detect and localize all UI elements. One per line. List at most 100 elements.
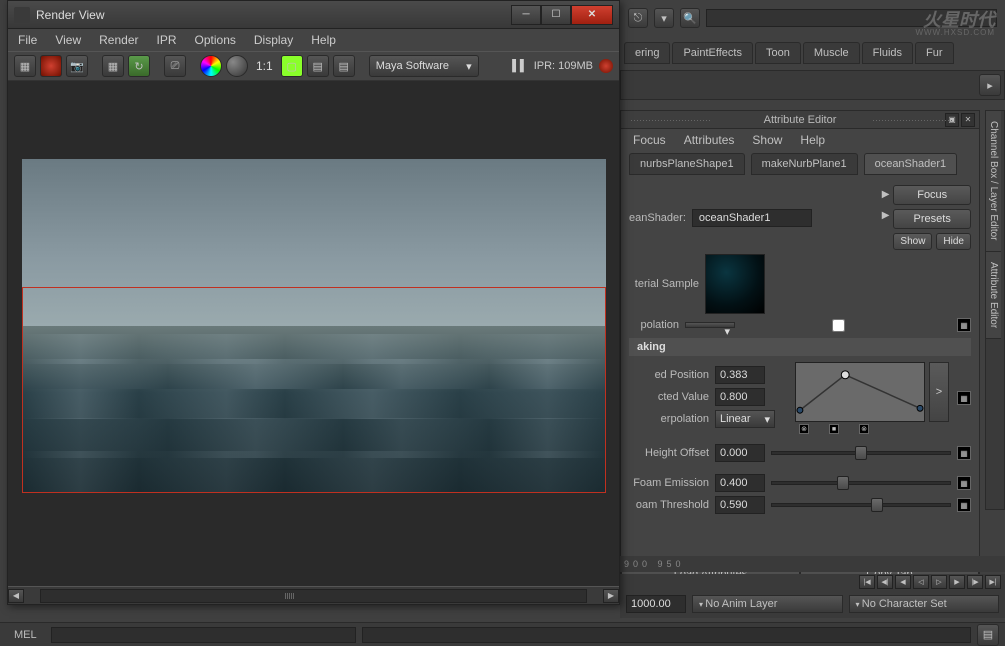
height-offset-map[interactable]: ▦ bbox=[957, 446, 971, 460]
maximize-button[interactable] bbox=[541, 5, 571, 25]
menu-help[interactable]: Help bbox=[311, 33, 336, 47]
shelf-tab-fluids[interactable]: Fluids bbox=[862, 42, 913, 64]
menu-display[interactable]: Display bbox=[254, 33, 293, 47]
goto-end-button[interactable]: ▶| bbox=[985, 575, 1001, 589]
scroll-thumb[interactable] bbox=[259, 590, 319, 602]
cmd-input[interactable] bbox=[51, 627, 356, 643]
ae-menu-show[interactable]: Show bbox=[752, 133, 782, 147]
ipr-pause-icon[interactable]: ▌▌ bbox=[512, 60, 528, 72]
anim-layer-dropdown[interactable]: ▾ No Anim Layer bbox=[692, 595, 843, 613]
script-editor-button[interactable]: ▤ bbox=[977, 624, 999, 646]
close-button[interactable] bbox=[571, 5, 613, 25]
show-button[interactable]: Show bbox=[893, 233, 932, 250]
scroll-track[interactable] bbox=[40, 589, 587, 603]
menu-view[interactable]: View bbox=[55, 33, 81, 47]
ramp-handle-3[interactable]: ⊗ bbox=[859, 424, 869, 434]
trunc-check[interactable] bbox=[832, 319, 845, 332]
section-header[interactable]: aking bbox=[629, 338, 971, 356]
height-offset-field[interactable]: 0.000 bbox=[715, 444, 765, 462]
ae-close-icon[interactable]: ✕ bbox=[961, 113, 975, 127]
rendered-image bbox=[22, 159, 606, 493]
trunc-swatch[interactable]: ▦ bbox=[957, 318, 971, 332]
remove-image-button[interactable]: ▤ bbox=[333, 55, 355, 77]
selected-position-field[interactable]: 0.383 bbox=[715, 366, 765, 384]
ae-menu-attributes[interactable]: Attributes bbox=[684, 133, 735, 147]
ramp-handle-1[interactable]: ⊗ bbox=[799, 424, 809, 434]
goto-start-button[interactable]: |◀ bbox=[859, 575, 875, 589]
toolbar-icon[interactable]: ⎋ bbox=[628, 8, 648, 28]
end-frame-field[interactable]: 1000.00 bbox=[626, 595, 686, 613]
ramp-handle-2[interactable]: ■ bbox=[829, 424, 839, 434]
foam-threshold-map[interactable]: ▦ bbox=[957, 498, 971, 512]
ae-tab-oceanshader[interactable]: oceanShader1 bbox=[864, 153, 958, 175]
shader-name-field[interactable]: oceanShader1 bbox=[692, 209, 812, 227]
search-icon[interactable]: 🔍 bbox=[680, 8, 700, 28]
shelf-scroll-icon[interactable]: ▸ bbox=[979, 74, 1001, 96]
time-ruler[interactable]: 900 950 bbox=[620, 556, 1005, 572]
display-alpha-button[interactable] bbox=[226, 55, 248, 77]
trunc-dropdown[interactable] bbox=[685, 322, 735, 328]
ratio-label: 1:1 bbox=[252, 59, 277, 73]
snapshot-button[interactable]: 📷 bbox=[66, 55, 88, 77]
display-rgb-button[interactable] bbox=[200, 55, 222, 77]
play-back-button[interactable]: ◀ bbox=[895, 575, 911, 589]
shelf-tab-painteffects[interactable]: PaintEffects bbox=[672, 42, 753, 64]
menu-file[interactable]: File bbox=[18, 33, 37, 47]
shelf-tab-rendering[interactable]: ering bbox=[624, 42, 670, 64]
step-fwd-button[interactable]: |▶ bbox=[967, 575, 983, 589]
hide-button[interactable]: Hide bbox=[936, 233, 971, 250]
foam-threshold-field[interactable]: 0.590 bbox=[715, 496, 765, 514]
foam-threshold-slider[interactable] bbox=[771, 503, 951, 507]
ramp-graph[interactable] bbox=[795, 362, 925, 422]
sidebar-tab-attribute-editor[interactable]: Attribute Editor bbox=[986, 252, 1001, 339]
foam-emission-slider[interactable] bbox=[771, 481, 951, 485]
renderer-dropdown[interactable]: Maya Software bbox=[369, 55, 479, 77]
step-back-button[interactable]: ◀| bbox=[877, 575, 893, 589]
shelf-tab-fur[interactable]: Fur bbox=[915, 42, 954, 64]
titlebar[interactable]: Render View bbox=[8, 1, 619, 29]
redo-render-button[interactable]: ▦ bbox=[14, 55, 36, 77]
goto-input-icon[interactable]: ▶ bbox=[882, 189, 890, 200]
height-offset-slider[interactable] bbox=[771, 451, 951, 455]
ae-pin-icon[interactable]: ▣ bbox=[945, 113, 959, 127]
shelf-tab-muscle[interactable]: Muscle bbox=[803, 42, 860, 64]
ae-tab-nurbsplaneshape[interactable]: nurbsPlaneShape1 bbox=[629, 153, 745, 175]
ae-tab-makenurbplane[interactable]: makeNurbPlane1 bbox=[751, 153, 858, 175]
render-region-button[interactable] bbox=[40, 55, 62, 77]
height-offset-label: Height Offset bbox=[629, 447, 709, 459]
menu-ipr[interactable]: IPR bbox=[157, 33, 177, 47]
ramp-map-swatch[interactable]: ▦ bbox=[957, 391, 971, 405]
render-viewport[interactable] bbox=[8, 81, 619, 586]
foam-emission-label: Foam Emission bbox=[629, 477, 709, 489]
refresh-ipr-button[interactable]: ↻ bbox=[128, 55, 150, 77]
interpolation-dropdown[interactable]: Linear bbox=[715, 410, 775, 428]
goto-output-icon[interactable]: ▶ bbox=[882, 210, 890, 221]
frame-fwd-button[interactable]: ▷ bbox=[931, 575, 947, 589]
render-globals-button[interactable]: ⎚ bbox=[164, 55, 186, 77]
material-sample-swatch[interactable] bbox=[705, 254, 765, 314]
foam-emission-field[interactable]: 0.400 bbox=[715, 474, 765, 492]
shelf-tab-toon[interactable]: Toon bbox=[755, 42, 801, 64]
focus-button[interactable]: Focus bbox=[893, 185, 971, 205]
ae-menu-help[interactable]: Help bbox=[800, 133, 825, 147]
sidebar-tab-channelbox[interactable]: Channel Box / Layer Editor bbox=[986, 111, 1001, 252]
ae-menu-focus[interactable]: Focus bbox=[633, 133, 666, 147]
search-input[interactable] bbox=[706, 9, 997, 27]
menu-render[interactable]: Render bbox=[99, 33, 138, 47]
char-set-dropdown[interactable]: ▾ No Character Set bbox=[849, 595, 1000, 613]
minimize-button[interactable] bbox=[511, 5, 541, 25]
cmd-lang-label[interactable]: MEL bbox=[6, 629, 45, 641]
real-size-button[interactable]: ▢ bbox=[281, 55, 303, 77]
menu-options[interactable]: Options bbox=[195, 33, 236, 47]
keep-image-button[interactable]: ▤ bbox=[307, 55, 329, 77]
scroll-left-button[interactable]: ◀ bbox=[8, 589, 24, 603]
play-fwd-button[interactable]: ▶ bbox=[949, 575, 965, 589]
ipr-render-button[interactable]: ▦ bbox=[102, 55, 124, 77]
selected-value-field[interactable]: 0.800 bbox=[715, 388, 765, 406]
foam-emission-map[interactable]: ▦ bbox=[957, 476, 971, 490]
toolbar-dropdown-icon[interactable]: ▾ bbox=[654, 8, 674, 28]
ramp-next-button[interactable]: > bbox=[929, 362, 949, 422]
scroll-right-button[interactable]: ▶ bbox=[603, 589, 619, 603]
presets-button[interactable]: Presets bbox=[893, 209, 971, 229]
frame-back-button[interactable]: ◁ bbox=[913, 575, 929, 589]
